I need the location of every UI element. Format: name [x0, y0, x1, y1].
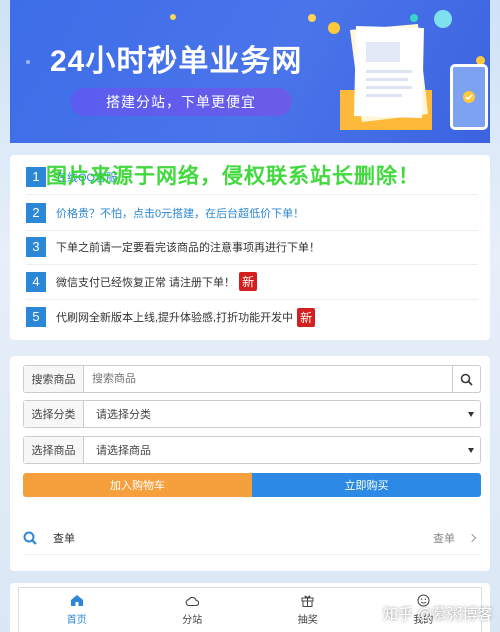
notice-text: 下单之前请一定要看完该商品的注意事项再进行下单！: [56, 241, 320, 254]
category-value: 请选择分类: [96, 409, 151, 421]
home-icon: [70, 595, 83, 606]
site-slogan: 搭建分站，下单更便宜: [70, 88, 292, 116]
nav-lottery-label: 抽奖: [297, 615, 318, 626]
order-form: 搜索商品 选择分类 请选择分类 选择商品 请选择商品 加入购物车 立即购买: [10, 356, 490, 571]
chevron-right-icon: [467, 533, 477, 542]
notice-text: 微信支付已经恢复正常 请注册下单！: [56, 276, 236, 289]
action-buttons: 加入购物车 立即购买: [23, 473, 481, 497]
product-label: 选择商品: [24, 437, 84, 463]
phone-icon: [450, 64, 488, 130]
notice-number: 2: [26, 202, 46, 223]
watermark-text: 图片来源于网络，侵权联系站长删除！: [46, 165, 420, 188]
notice-number: 1: [26, 166, 46, 187]
add-to-cart-button[interactable]: 加入购物车: [23, 473, 252, 497]
product-select[interactable]: 请选择商品: [84, 437, 480, 463]
nav-home[interactable]: 首页: [19, 588, 135, 632]
notice-text[interactable]: 价格贵？不怕，点击0元搭建，在后台超低价下单！: [56, 205, 304, 221]
gift-icon: [301, 595, 314, 607]
document-illustration-icon: [340, 24, 432, 130]
search-input[interactable]: [84, 366, 452, 392]
site-title: 24小时秒单业务网: [50, 45, 303, 78]
caret-down-icon: [468, 448, 474, 453]
notice-number: 4: [26, 271, 46, 292]
category-select[interactable]: 请选择分类: [84, 401, 480, 427]
query-link-text: 查单: [433, 532, 455, 545]
banner-dot: [170, 14, 176, 20]
product-value: 请选择商品: [96, 445, 151, 457]
search-icon: [23, 531, 37, 545]
buy-now-button[interactable]: 立即购买: [252, 473, 481, 497]
nav-branch-label: 分站: [182, 614, 203, 626]
notice-item[interactable]: 5 代刷网全新版本上线,提升体验感,打折功能开发中 新: [26, 299, 478, 335]
search-button[interactable]: [452, 366, 480, 392]
search-field: 搜索商品: [23, 365, 481, 393]
category-label: 选择分类: [24, 401, 84, 427]
nav-branch[interactable]: 分站: [135, 588, 251, 632]
notice-text: 代刷网全新版本上线,提升体验感,打折功能开发中: [56, 312, 294, 324]
caret-down-icon: [468, 412, 474, 417]
order-query-row[interactable]: 查单 查单: [23, 521, 481, 555]
zhihu-watermark: 知乎 @慕粥博客: [383, 606, 493, 623]
notice-item[interactable]: 2 价格贵？不怕，点击0元搭建，在后台超低价下单！: [26, 195, 478, 231]
notice-number: 3: [26, 236, 46, 257]
new-badge: 新: [239, 272, 258, 291]
product-field: 选择商品 请选择商品: [23, 436, 481, 464]
nav-home-label: 首页: [66, 615, 87, 626]
nav-lottery[interactable]: 抽奖: [250, 588, 366, 632]
banner-dot: [26, 60, 30, 64]
banner-dot: [308, 14, 316, 22]
banner: 24小时秒单业务网 搭建分站，下单更便宜: [10, 0, 490, 143]
search-label: 搜索商品: [24, 366, 84, 392]
notice-number: 5: [26, 307, 46, 327]
notice-item[interactable]: 4 微信支付已经恢复正常 请注册下单！ 新: [26, 264, 478, 300]
banner-dot: [328, 22, 340, 34]
query-link[interactable]: 查单: [433, 530, 481, 546]
notice-item[interactable]: 3 下单之前请一定要看完该商品的注意事项再进行下单！: [26, 229, 478, 265]
category-field: 选择分类 请选择分类: [23, 400, 481, 428]
banner-dot: [410, 14, 418, 22]
search-icon: [460, 373, 473, 386]
new-badge: 新: [297, 307, 316, 327]
cloud-icon: [185, 596, 200, 606]
query-label: 查单: [53, 532, 75, 545]
check-icon: [463, 91, 475, 103]
